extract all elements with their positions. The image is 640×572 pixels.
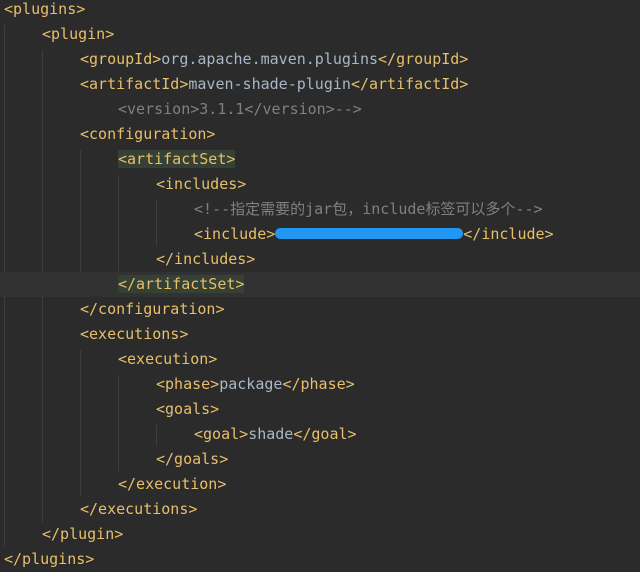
code-line[interactable]: </includes> xyxy=(0,247,640,272)
code-line[interactable]: </execution> xyxy=(0,472,640,497)
xml-tag: </goals> xyxy=(156,450,229,468)
current-code-line[interactable]: </artifactSet> xyxy=(0,272,640,297)
code-line[interactable]: <execution> xyxy=(0,347,640,372)
xml-tag: </configuration> xyxy=(80,300,225,318)
code-line[interactable]: <phase>package</phase> xyxy=(0,372,640,397)
xml-tag-highlighted: </artifactSet> xyxy=(118,275,245,293)
code-line[interactable]: <goals> xyxy=(0,397,640,422)
code-line[interactable]: <groupId>org.apache.maven.plugins</group… xyxy=(0,47,640,72)
xml-tag: </execution> xyxy=(118,475,227,493)
code-line[interactable]: <includes> xyxy=(0,172,640,197)
code-line[interactable]: <plugins> xyxy=(0,0,640,22)
xml-comment: <version>3.1.1</version>--> xyxy=(118,100,362,118)
xml-tag: </executions> xyxy=(80,500,198,518)
xml-comment: <!--指定需要的jar包，include标签可以多个--> xyxy=(194,200,543,218)
xml-tag: </includes> xyxy=(156,250,256,268)
xml-tag: </plugins> xyxy=(4,550,95,568)
xml-tag: <includes> xyxy=(156,175,247,193)
code-line[interactable]: </plugins> xyxy=(0,547,640,572)
xml-tag: <plugins> xyxy=(4,0,86,18)
xml-tag: <goals> xyxy=(156,400,220,418)
code-line[interactable]: </executions> xyxy=(0,497,640,522)
code-line[interactable]: <version>3.1.1</version>--> xyxy=(0,97,640,122)
xml-text: org.apache.maven.plugins xyxy=(161,50,379,68)
xml-tag: <groupId> xyxy=(80,50,162,68)
xml-tag: </artifactId> xyxy=(350,75,469,93)
xml-text: shade xyxy=(248,425,294,443)
xml-tag-highlighted: <artifactSet> xyxy=(118,150,236,168)
code-editor[interactable]: <plugins> <plugin> <groupId>org.apache.m… xyxy=(0,0,640,572)
code-line[interactable]: <plugin> xyxy=(0,22,640,47)
xml-tag: <execution> xyxy=(118,350,218,368)
xml-tag: <include> xyxy=(194,225,276,243)
code-line[interactable]: <executions> xyxy=(0,322,640,347)
xml-tag: </goal> xyxy=(293,425,357,443)
code-line[interactable]: <!--指定需要的jar包，include标签可以多个--> xyxy=(0,197,640,222)
xml-tag: <plugin> xyxy=(42,25,115,43)
xml-text: maven-shade-plugin xyxy=(188,75,351,93)
xml-tag: <phase> xyxy=(156,375,220,393)
code-line[interactable]: <artifactSet> xyxy=(0,147,640,172)
code-line[interactable]: <artifactId>maven-shade-plugin</artifact… xyxy=(0,72,640,97)
code-line[interactable]: <configuration> xyxy=(0,122,640,147)
code-line[interactable]: <include> </include> xyxy=(0,222,640,247)
code-line[interactable]: <goal>shade</goal> xyxy=(0,422,640,447)
xml-text: package xyxy=(219,375,283,393)
xml-tag: </include> xyxy=(463,225,554,243)
xml-tag: </plugin> xyxy=(42,525,124,543)
code-line[interactable]: </configuration> xyxy=(0,297,640,322)
xml-tag: </phase> xyxy=(282,375,355,393)
code-line[interactable]: </goals> xyxy=(0,447,640,472)
xml-tag: <goal> xyxy=(194,425,249,443)
code-line[interactable]: </plugin> xyxy=(0,522,640,547)
xml-tag: <executions> xyxy=(80,325,189,343)
xml-tag: <configuration> xyxy=(80,125,216,143)
xml-tag: <artifactId> xyxy=(80,75,189,93)
xml-tag: </groupId> xyxy=(378,50,469,68)
redaction-mark xyxy=(275,228,464,239)
